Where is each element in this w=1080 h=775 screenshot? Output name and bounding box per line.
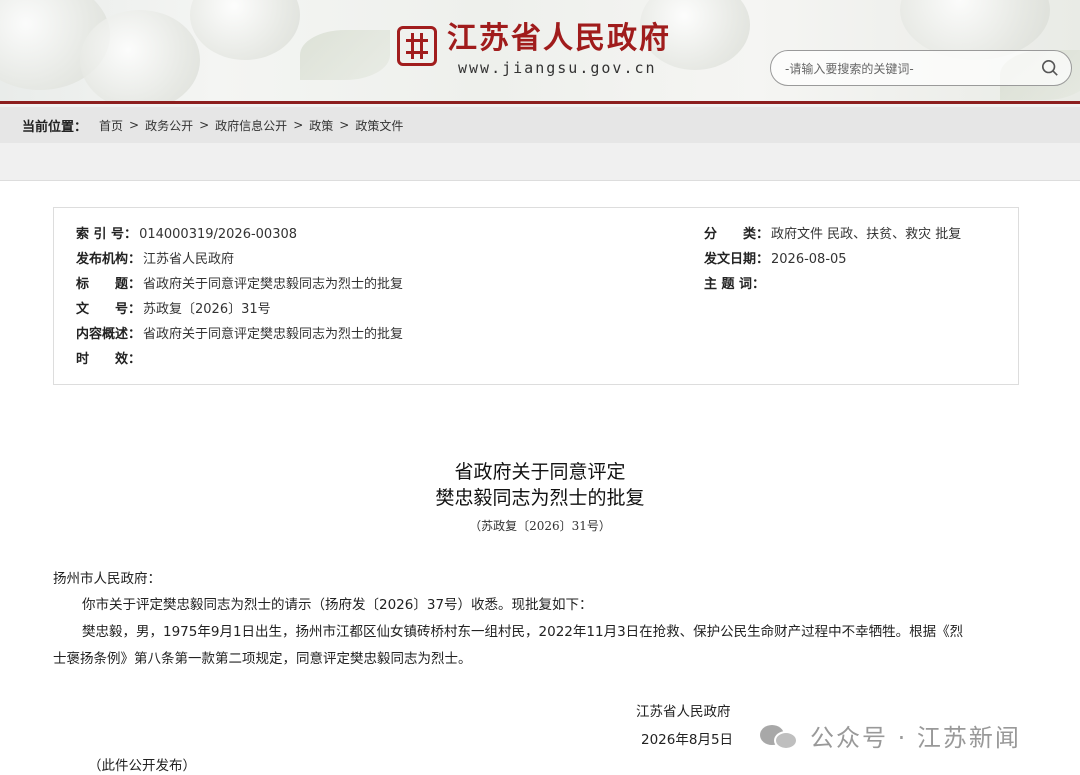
emblem-icon (397, 26, 437, 66)
info-label: 主 题 词： (704, 277, 766, 292)
main-content: 索 引 号： 014000319/2026-00308 发布机构： 江苏省人民政… (0, 180, 1080, 775)
info-value: 省政府关于同意评定樊忠毅同志为烈士的批复 (143, 327, 404, 342)
info-label: 索 引 号： (76, 227, 138, 242)
site-title: 江苏省人民政府 (447, 21, 671, 56)
info-publisher-row: 发布机构： 江苏省人民政府 (76, 251, 234, 269)
breadcrumb-separator: > (199, 118, 210, 132)
doc-info-panel: 索 引 号： 014000319/2026-00308 发布机构： 江苏省人民政… (53, 207, 1019, 385)
breadcrumb-label: 当前位置： (22, 119, 88, 135)
publication-note: （此件公开发布） (88, 758, 196, 774)
info-label: 发文日期： (704, 252, 770, 267)
document-title-line2: 樊忠毅同志为烈士的批复 (435, 487, 645, 509)
breadcrumb-separator: > (129, 118, 140, 132)
search-input[interactable] (785, 58, 1025, 80)
search-icon[interactable] (1041, 59, 1059, 77)
info-title-row: 标 题： 省政府关于同意评定樊忠毅同志为烈士的批复 (76, 276, 403, 294)
search-box (770, 50, 1072, 86)
wechat-icon (760, 721, 800, 751)
info-value: 014000319/2026-00308 (139, 227, 298, 242)
breadcrumb-gov-info[interactable]: 政府信息公开 (215, 117, 287, 134)
breadcrumb-separator: > (293, 118, 304, 132)
info-summary-row: 内容概述： 省政府关于同意评定樊忠毅同志为烈士的批复 (76, 326, 403, 344)
background-flower (80, 10, 200, 101)
signer: 江苏省人民政府 (636, 704, 731, 720)
info-label: 时 效： (76, 352, 142, 367)
info-value: 苏政复〔2026〕31号 (143, 302, 271, 317)
header-banner: 江苏省人民政府 www.jiangsu.gov.cn (0, 0, 1080, 104)
info-value: 江苏省人民政府 (143, 252, 235, 267)
body-paragraph-1: 你市关于评定樊忠毅同志为烈士的请示（扬府发〔2026〕37号）收悉。现批复如下： (82, 597, 593, 613)
breadcrumb: 当前位置： 首页 > 政务公开 > 政府信息公开 > 政策 > 政策文件 (0, 107, 1080, 143)
site-url: www.jiangsu.gov.cn (458, 59, 657, 77)
info-validity-row: 时 效： (76, 351, 143, 369)
info-value: 2026-08-05 (771, 252, 847, 267)
document-number: （苏政复〔2026〕31号） (469, 519, 611, 533)
sign-date: 2026年8月5日 (641, 732, 734, 748)
info-keywords-row: 主 题 词： (704, 276, 767, 294)
info-docno-row: 文 号： 苏政复〔2026〕31号 (76, 301, 271, 319)
breadcrumb-gov-affairs[interactable]: 政务公开 (145, 117, 193, 134)
background-flower (190, 0, 300, 60)
breadcrumb-policy-docs[interactable]: 政策文件 (355, 117, 403, 134)
breadcrumb-policy[interactable]: 政策 (309, 117, 333, 134)
info-index-row: 索 引 号： 014000319/2026-00308 (76, 226, 297, 244)
body-paragraph-2-line2: 士褒扬条例》第八条第一款第二项规定，同意评定樊忠毅同志为烈士。 (53, 651, 472, 667)
background-leaf (300, 30, 390, 80)
info-label: 发布机构： (76, 252, 142, 267)
info-label: 内容概述： (76, 327, 142, 342)
info-value: 省政府关于同意评定樊忠毅同志为烈士的批复 (143, 277, 404, 292)
info-label: 分 类： (704, 227, 770, 242)
info-category-row: 分 类： 政府文件 民政、扶贫、救灾 批复 (704, 226, 961, 244)
watermark: 公众号 · 江苏新闻 (760, 718, 1021, 753)
document-title-line1: 省政府关于同意评定 (454, 461, 626, 483)
salutation: 扬州市人民政府： (53, 571, 161, 587)
breadcrumb-separator: > (339, 118, 350, 132)
info-value: 政府文件 民政、扶贫、救灾 批复 (771, 227, 962, 242)
info-label: 文 号： (76, 302, 142, 317)
breadcrumb-home[interactable]: 首页 (99, 117, 123, 134)
info-date-row: 发文日期： 2026-08-05 (704, 251, 847, 269)
info-label: 标 题： (76, 277, 142, 292)
watermark-text: 公众号 · 江苏新闻 (810, 724, 1021, 752)
body-paragraph-2-line1: 樊忠毅，男，1975年9月1日出生，扬州市江都区仙女镇砖桥村东一组村民，2022… (82, 624, 964, 640)
